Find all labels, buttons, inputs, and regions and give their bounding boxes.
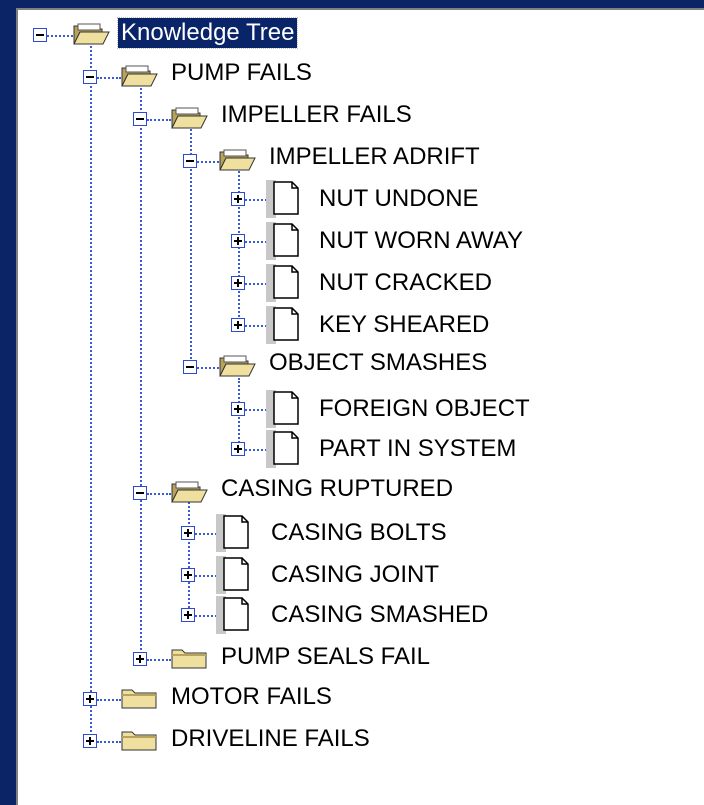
- expand-toggle-icon[interactable]: [231, 402, 245, 416]
- tree-connector: [97, 77, 121, 79]
- tree-connector: [47, 35, 73, 37]
- tree-node-label: CASING SMASHED: [271, 601, 489, 628]
- tree-connector: [147, 659, 171, 661]
- tree-connector: [245, 199, 267, 201]
- tree-node-label: NUT WORN AWAY: [319, 227, 523, 254]
- tree-node-object-smashes[interactable]: OBJECT SMASHES: [266, 346, 490, 380]
- tree-node-label: IMPELLER FAILS: [221, 101, 412, 128]
- tree-node-pump-fails[interactable]: PUMP FAILS: [168, 56, 315, 90]
- expand-toggle-icon[interactable]: [181, 526, 195, 540]
- tree-node-nut-worn-away[interactable]: NUT WORN AWAY: [316, 224, 526, 258]
- tree-node-driveline-fails[interactable]: DRIVELINE FAILS: [168, 722, 373, 756]
- expand-toggle-icon[interactable]: [231, 318, 245, 332]
- tree-node-label: NUT CRACKED: [319, 269, 492, 296]
- tree-connector: [195, 575, 217, 577]
- expand-toggle-icon[interactable]: [181, 568, 195, 582]
- collapse-toggle-icon[interactable]: [183, 154, 197, 168]
- tree-node-label: PUMP SEALS FAIL: [221, 643, 430, 670]
- tree-node-foreign-object[interactable]: FOREIGN OBJECT: [316, 392, 533, 426]
- collapse-toggle-icon[interactable]: [183, 360, 197, 374]
- expand-toggle-icon[interactable]: [133, 652, 147, 666]
- expand-toggle-icon[interactable]: [231, 192, 245, 206]
- document-icon: [266, 306, 299, 344]
- collapse-toggle-icon[interactable]: [133, 112, 147, 126]
- tree-connector: [140, 84, 142, 654]
- tree-node-label: FOREIGN OBJECT: [319, 395, 530, 422]
- document-icon: [266, 264, 299, 302]
- tree-node-part-in-system[interactable]: PART IN SYSTEM: [316, 432, 519, 466]
- tree-node-impeller-adrift[interactable]: IMPELLER ADRIFT: [266, 140, 483, 174]
- tree-connector: [245, 325, 267, 327]
- tree-connector: [245, 449, 267, 451]
- tree-node-label: PART IN SYSTEM: [319, 435, 517, 462]
- tree-node-nut-cracked[interactable]: NUT CRACKED: [316, 266, 495, 300]
- tree-node-key-sheared[interactable]: KEY SHEARED: [316, 308, 492, 342]
- tree-connector: [188, 502, 190, 612]
- tree-node-label: NUT UNDONE: [319, 185, 479, 212]
- open-folder-icon: [73, 23, 110, 45]
- tree-node-label: Knowledge Tree: [116, 17, 299, 49]
- expand-toggle-icon[interactable]: [83, 734, 97, 748]
- closed-folder-icon: [171, 649, 207, 669]
- tree-connector: [97, 741, 121, 743]
- closed-folder-icon: [121, 689, 157, 709]
- collapse-toggle-icon[interactable]: [33, 28, 47, 42]
- expand-toggle-icon[interactable]: [231, 442, 245, 456]
- expand-toggle-icon[interactable]: [83, 692, 97, 706]
- tree-node-label: CASING RUPTURED: [221, 475, 454, 502]
- tree-node-casing-bolts[interactable]: CASING BOLTS: [268, 516, 450, 550]
- tree-connector: [195, 615, 217, 617]
- tree-connector: [245, 283, 267, 285]
- document-icon: [266, 222, 299, 260]
- expand-toggle-icon[interactable]: [231, 276, 245, 290]
- tree-connector: [147, 119, 171, 121]
- collapse-toggle-icon[interactable]: [133, 486, 147, 500]
- expand-toggle-icon[interactable]: [231, 234, 245, 248]
- tree-node-impeller-fails[interactable]: IMPELLER FAILS: [218, 98, 415, 132]
- tree-connector: [245, 409, 267, 411]
- tree-connector: [195, 533, 217, 535]
- tree-node-label: KEY SHEARED: [319, 311, 490, 338]
- document-icon: [266, 390, 299, 428]
- open-folder-icon: [171, 481, 208, 503]
- tree-node-casing-smashed[interactable]: CASING SMASHED: [268, 598, 491, 632]
- tree-node-label: MOTOR FAILS: [171, 683, 332, 710]
- open-folder-icon: [121, 65, 158, 87]
- tree-node-label: CASING BOLTS: [271, 519, 447, 546]
- document-icon: [216, 514, 249, 552]
- tree-node-label: PUMP FAILS: [171, 59, 312, 86]
- collapse-toggle-icon[interactable]: [83, 70, 97, 84]
- document-icon: [216, 596, 249, 634]
- open-folder-icon: [171, 107, 208, 129]
- tree-connector: [197, 161, 219, 163]
- open-folder-icon: [219, 355, 256, 377]
- tree-node-label: CASING JOINT: [271, 561, 440, 588]
- closed-folder-icon: [121, 731, 157, 751]
- tree-node-motor-fails[interactable]: MOTOR FAILS: [168, 680, 335, 714]
- tree-node-pump-seals-fail[interactable]: PUMP SEALS FAIL: [218, 640, 433, 674]
- tree-connector: [147, 493, 171, 495]
- tree-node-nut-undone[interactable]: NUT UNDONE: [316, 182, 482, 216]
- open-folder-icon: [219, 149, 256, 171]
- tree-connector: [197, 367, 219, 369]
- tree-connector: [245, 241, 267, 243]
- tree-node-casing-joint[interactable]: CASING JOINT: [268, 558, 442, 592]
- tree-node-label: OBJECT SMASHES: [269, 349, 488, 376]
- expand-toggle-icon[interactable]: [181, 608, 195, 622]
- document-icon: [266, 430, 299, 468]
- tree-connector: [97, 699, 121, 701]
- tree-node-label: IMPELLER ADRIFT: [269, 143, 480, 170]
- knowledge-tree: Knowledge Tree PUMP FAILS IMPELLER FAILS…: [0, 0, 704, 805]
- tree-node-knowledge-tree[interactable]: Knowledge Tree: [116, 16, 299, 50]
- tree-node-label: DRIVELINE FAILS: [171, 725, 370, 752]
- tree-connector: [90, 42, 92, 736]
- document-icon: [266, 180, 299, 218]
- tree-node-casing-ruptured[interactable]: CASING RUPTURED: [218, 472, 456, 506]
- document-icon: [216, 556, 249, 594]
